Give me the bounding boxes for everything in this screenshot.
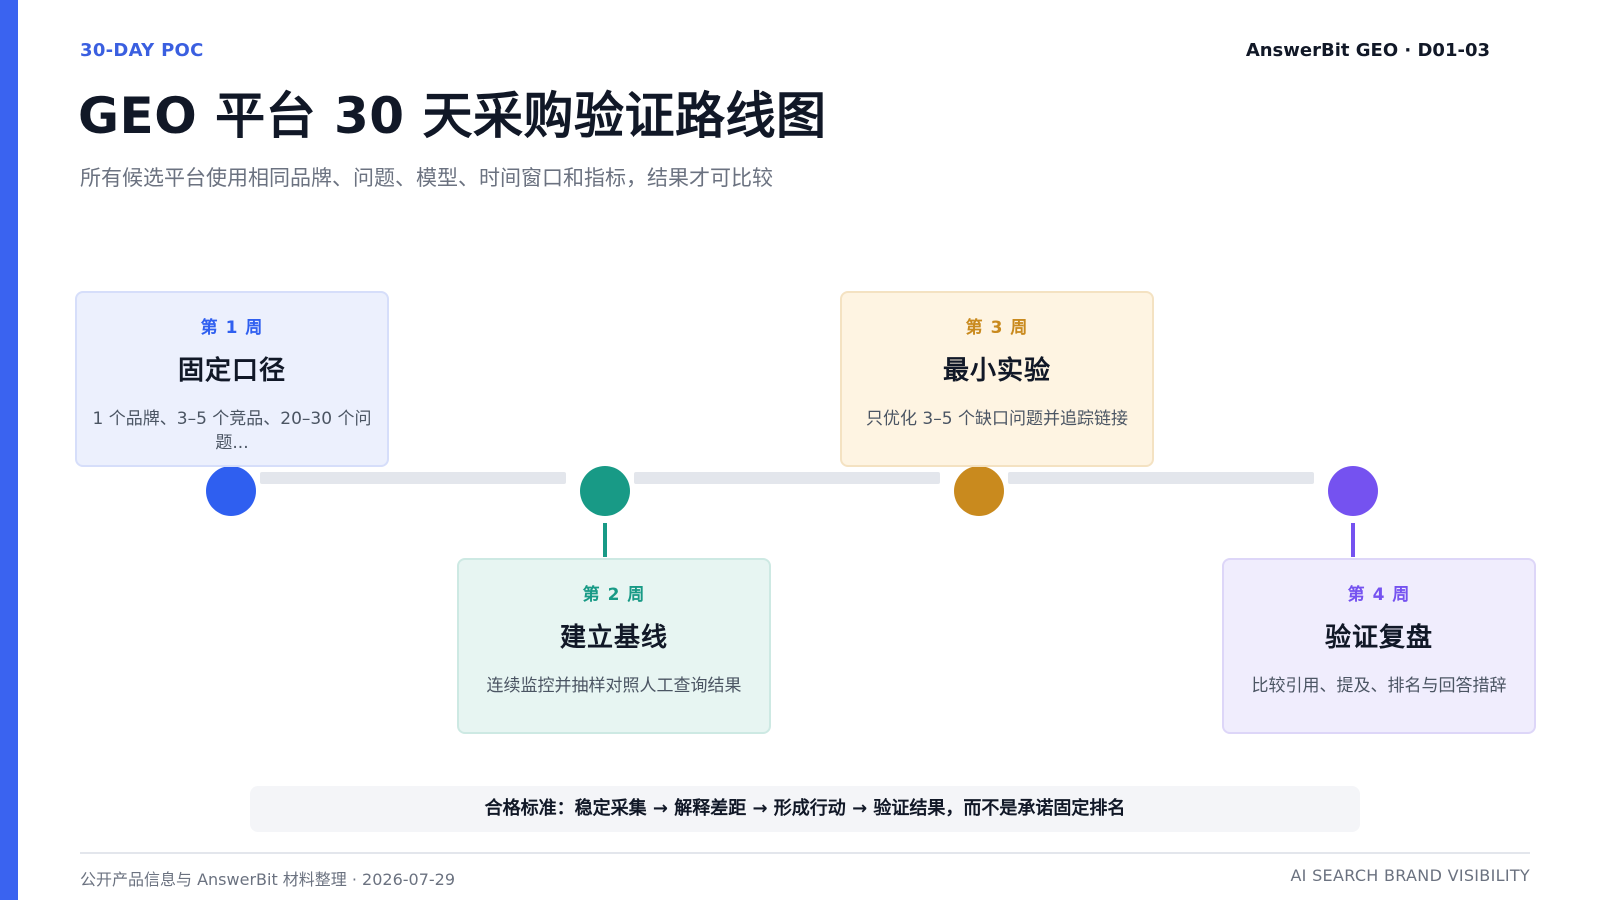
week-3-description: 只优化 3–5 个缺口问题并追踪链接 (866, 409, 1128, 429)
week-4-title: 验证复盘 (1324, 623, 1433, 653)
week-4-card: 第 4 周 验证复盘 比较引用、提及、排名与回答措辞 (1222, 558, 1536, 734)
week-1-description: 1 个品牌、3–5 个竞品、20–30 个问题... (92, 409, 372, 453)
week-3-card: 第 3 周 最小实验 只优化 3–5 个缺口问题并追踪链接 (840, 291, 1154, 467)
eyebrow-label: 30-DAY POC (80, 40, 204, 61)
page-title: GEO 平台 30 天采购验证路线图 (78, 87, 827, 145)
timeline-node-week-4 (1328, 466, 1378, 516)
week-1-label: 第 1 周 (200, 318, 264, 338)
week-2-description: 连续监控并抽样对照人工查询结果 (486, 676, 742, 696)
timeline-stem-week-4 (1351, 523, 1355, 557)
page-subtitle: 所有候选平台使用相同品牌、问题、模型、时间窗口和指标，结果才可比较 (80, 166, 773, 190)
qualification-criteria-banner: 合格标准：稳定采集 → 解释差距 → 形成行动 → 验证结果，而不是承诺固定排名 (250, 786, 1360, 832)
timeline-track-2-3 (634, 472, 940, 484)
footer-divider (80, 852, 1530, 854)
week-2-card: 第 2 周 建立基线 连续监控并抽样对照人工查询结果 (457, 558, 771, 734)
footer-source: 公开产品信息与 AnswerBit 材料整理 · 2026-07-29 (80, 870, 456, 889)
week-2-label: 第 2 周 (582, 585, 646, 605)
week-1-card: 第 1 周 固定口径 1 个品牌、3–5 个竞品、20–30 个问题... (75, 291, 389, 467)
document-id: AnswerBit GEO · D01-03 (1245, 40, 1490, 61)
week-3-label: 第 3 周 (965, 318, 1029, 338)
timeline-track-3-4 (1008, 472, 1314, 484)
week-2-title: 建立基线 (559, 623, 668, 653)
timeline-node-week-2 (580, 466, 630, 516)
timeline-stem-week-2 (603, 523, 607, 557)
timeline-node-week-1 (206, 466, 256, 516)
timeline-node-week-3 (954, 466, 1004, 516)
timeline-track-1-2 (260, 472, 566, 484)
week-4-description: 比较引用、提及、排名与回答措辞 (1251, 676, 1507, 696)
week-1-title: 固定口径 (177, 356, 286, 386)
accent-bar (0, 0, 18, 900)
week-3-title: 最小实验 (942, 356, 1051, 386)
week-4-label: 第 4 周 (1347, 585, 1411, 605)
footer-tagline: AI SEARCH BRAND VISIBILITY (1290, 866, 1530, 885)
